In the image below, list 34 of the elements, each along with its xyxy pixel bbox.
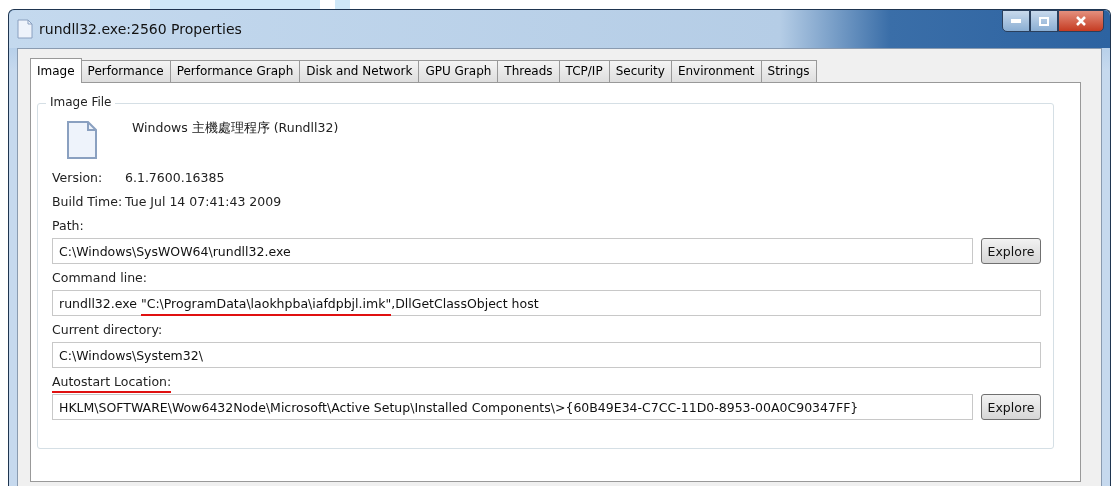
document-icon (17, 19, 33, 39)
close-icon (1076, 16, 1086, 26)
info-value: Tue Jul 14 07:41:43 2009 (125, 194, 282, 209)
window-title: rundll32.exe:2560 Properties (39, 21, 243, 37)
tab[interactable]: GPU Graph (418, 60, 499, 83)
minimize-button[interactable] (1002, 10, 1030, 32)
tab[interactable]: Strings (760, 60, 817, 83)
text-field[interactable]: rundll32.exe "C:\ProgramData\laokhpba\iafdpbjl.imk",DllGetClassObject host (52, 290, 1041, 316)
info-label: Build Time: (52, 194, 124, 209)
close-button[interactable] (1058, 10, 1104, 32)
tab[interactable]: Performance Graph (169, 60, 301, 83)
tab[interactable]: Environment (670, 60, 762, 83)
maximize-icon (1039, 16, 1049, 26)
tab[interactable]: Disk and Network (299, 60, 420, 83)
text-field[interactable]: C:\Windows\System32\ (52, 342, 1041, 368)
group-title: Image File (46, 95, 116, 109)
explore-button[interactable]: Explore (981, 394, 1041, 420)
field-label: Command line: (52, 270, 147, 287)
file-description: Windows 主機處理程序 (Rundll32) (132, 120, 339, 137)
info-label: Version: (52, 170, 104, 185)
text-field[interactable]: HKLM\SOFTWARE\Wow6432Node\Microsoft\Active Setup\Installed Components\>{60B49E34-C7CC-11D0-8953-00A0C90347FF} (52, 394, 973, 420)
tab[interactable]: TCP/IP (558, 60, 610, 83)
tab[interactable]: Threads (497, 60, 560, 83)
document-icon (66, 120, 98, 160)
tab[interactable]: Image (30, 58, 82, 83)
field-label: Current directory: (52, 322, 163, 339)
minimize-icon (1011, 19, 1021, 23)
text-field[interactable]: C:\Windows\SysWOW64\rundll32.exe (52, 238, 973, 264)
tab[interactable]: Performance (80, 60, 171, 83)
tab[interactable]: Security (608, 60, 672, 83)
explore-button[interactable]: Explore (981, 238, 1041, 264)
maximize-button[interactable] (1030, 10, 1058, 32)
info-value: 6.1.7600.16385 (125, 170, 225, 185)
field-label: Path: (52, 218, 84, 235)
